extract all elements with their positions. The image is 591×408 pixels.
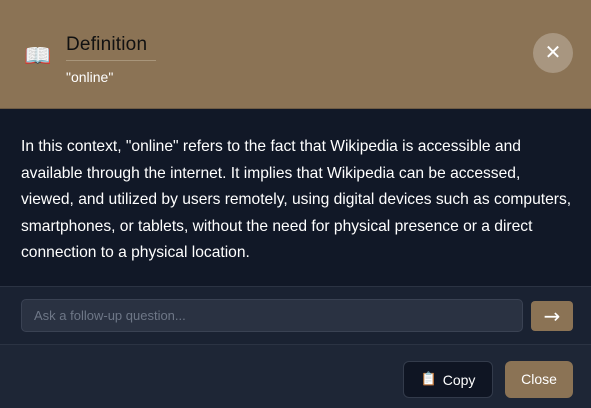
followup-bar: → bbox=[0, 287, 591, 344]
defined-term: "online" bbox=[66, 69, 114, 85]
close-icon[interactable]: ✕ bbox=[533, 33, 573, 73]
followup-input[interactable] bbox=[21, 299, 523, 332]
definition-text: In this context, "online" refers to the … bbox=[21, 138, 572, 261]
close-button[interactable]: Close bbox=[505, 361, 573, 398]
dialog-title: Definition bbox=[66, 34, 156, 61]
title-group: Definition "online" bbox=[66, 34, 156, 85]
book-icon: 📖 bbox=[24, 44, 52, 69]
copy-button[interactable]: 📋 Copy bbox=[403, 361, 493, 398]
send-button[interactable]: → bbox=[531, 301, 573, 331]
definition-dialog: 📖 Definition "online" ✕ In this context,… bbox=[0, 0, 591, 408]
dialog-footer: 📋 Copy Close bbox=[0, 345, 591, 408]
copy-label: Copy bbox=[442, 371, 476, 388]
clipboard-icon: 📋 bbox=[420, 372, 437, 387]
dialog-header: 📖 Definition "online" ✕ bbox=[0, 0, 591, 109]
